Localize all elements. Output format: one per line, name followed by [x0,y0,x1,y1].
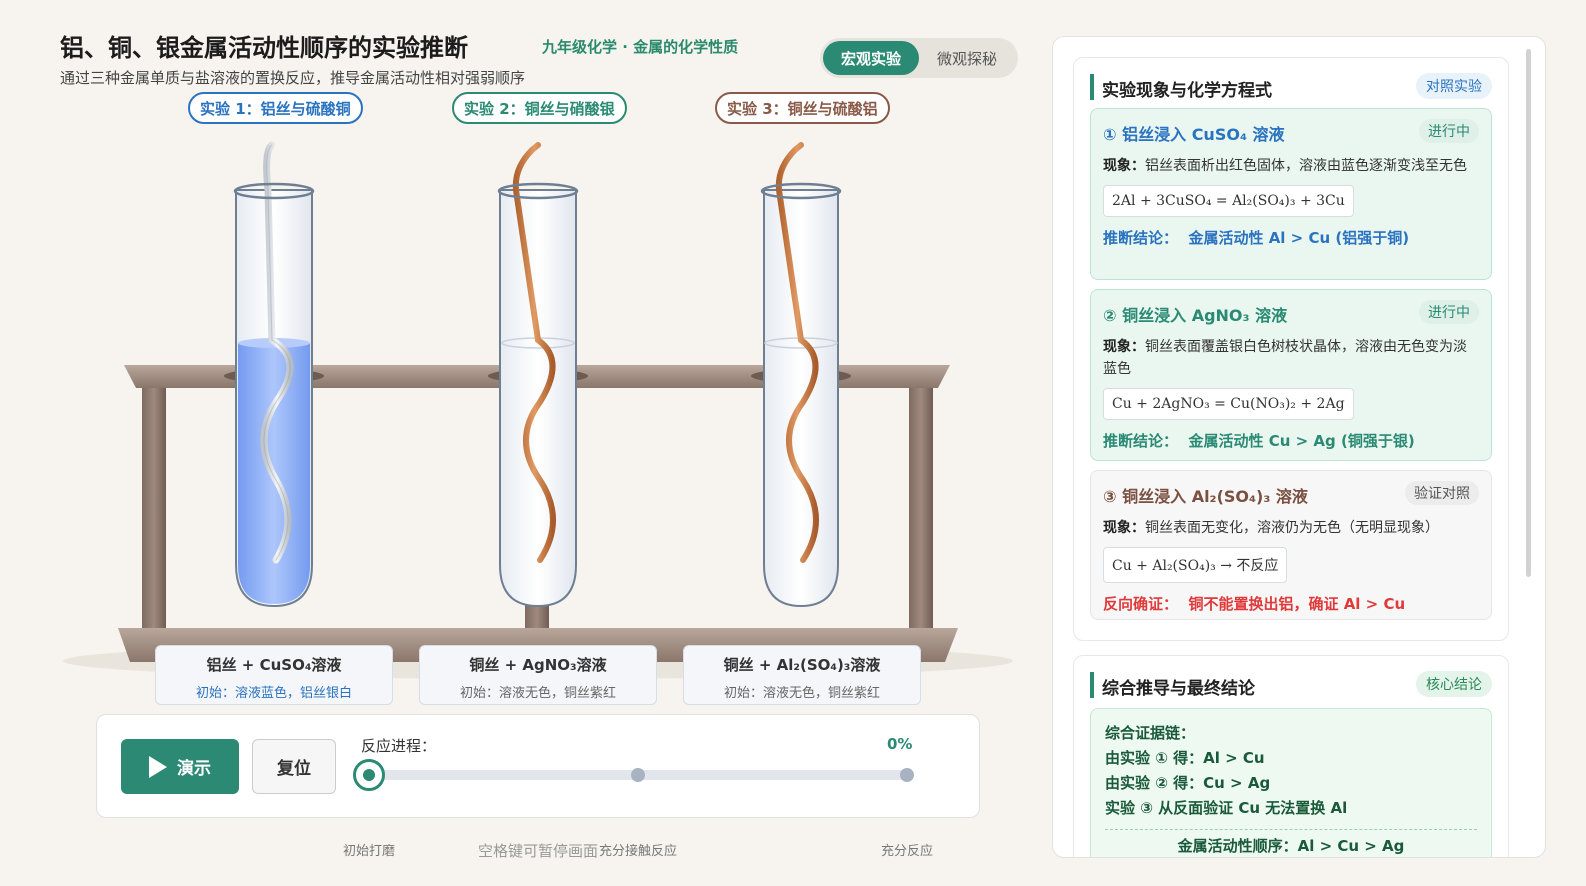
progress-label: 反应进程： [361,737,437,755]
keyboard-hint: 空格键可暂停画面 [477,842,598,860]
result-card-3-conclusion: 铜不能置换出铝，确证 Al > Cu [1188,595,1406,613]
reset-button[interactable]: 复位 [252,739,336,794]
progress-slider[interactable]: 初始打磨 充分接触反应 充分反应 [343,759,933,859]
phenomenon-label: 现象： [1103,158,1145,174]
play-icon [149,755,167,778]
rack-leg-right [909,386,933,636]
test-tube-2[interactable] [497,142,579,608]
summary-box: 综合证据链： 由实验 ① 得：Al > Cu 由实验 ② 得：Cu > Ag 实… [1090,708,1492,857]
result-card-2-conclusion: 金属活动性 Cu > Ag (铜强于银) [1188,432,1415,450]
result-card-1-equation: 2Al + 3CuSO₄ = Al₂(SO₄)₃ + 3Cu [1103,185,1354,217]
summary-line: 实验 ③ 从反面验证 Cu 无法置换 Al [1105,799,1348,817]
panel-scrollbar[interactable] [1526,49,1531,577]
tube-3-initial-state: 初始：溶液无色，铜丝紫红 [723,686,880,701]
result-card-1-status: 进行中 [1419,119,1479,143]
tube-1-card: 铝丝 + CuSO₄溶液 初始：溶液蓝色，铝丝银白 [155,645,393,705]
section-accent-bar [1090,672,1094,698]
summary-line: 综合证据链： [1105,724,1196,742]
conclusion-label: 推断结论： [1103,229,1179,247]
play-label: 演示 [177,759,211,779]
tube-1-initial-state: 初始：溶液蓝色，铝丝银白 [195,686,352,701]
conclusion-label: 推断结论： [1103,432,1179,450]
progress-thumb[interactable] [353,759,385,791]
section-phenomena-badge: 对照实验 [1416,73,1492,99]
test-tube-1[interactable] [233,141,315,608]
summary-line: 由实验 ① 得：Al > Cu [1105,749,1265,767]
result-card-3-equation: Cu + Al₂(SO₄)₃ → 不反应 [1103,547,1288,583]
analysis-panel: 实验现象与化学方程式 对照实验 ① 铝丝浸入 CuSO₄ 溶液 进行中 现象：铝… [1052,36,1546,858]
progress-stop-dot-3[interactable] [900,768,914,782]
result-card-3-phenomenon: 铜丝表面无变化，溶液仍为无色（无明显现象） [1145,520,1439,536]
progress-stop-dot-2[interactable] [631,768,645,782]
phenomenon-label: 现象： [1103,520,1145,536]
phenomenon-label: 现象： [1103,339,1145,355]
section-accent-bar [1090,74,1094,100]
tube-1-reactants: 铝丝 + CuSO₄溶液 [206,656,342,674]
test-tube-3[interactable] [760,142,842,608]
result-card-3: ③ 铜丝浸入 Al₂(SO₄)₃ 溶液 验证对照 现象：铜丝表面无变化，溶液仍为… [1090,470,1492,620]
conclusion-label: 反向确证： [1103,595,1179,613]
final-conclusion: 金属活动性顺序：Al > Cu > Ag [1105,829,1477,857]
rack-leg-left [142,386,166,636]
result-card-1: ① 铝丝浸入 CuSO₄ 溶液 进行中 现象：铝丝表面析出红色固体，溶液由蓝色逐… [1090,108,1492,280]
tube-3-reactants: 铜丝 + Al₂(SO₄)₃溶液 [723,656,881,674]
tube-2-reactants: 铜丝 + AgNO₃溶液 [469,656,607,674]
section-summary: 综合推导与最终结论 核心结论 综合证据链： 由实验 ① 得：Al > Cu 由实… [1073,655,1509,857]
experiment-1-label: 实验 1：铝丝与硫酸铜 [188,92,363,124]
result-card-2-status: 进行中 [1419,300,1479,324]
progress-value: 0% [887,735,913,753]
result-card-2-phenomenon: 铜丝表面覆盖银白色树枝状晶体，溶液由无色变为淡蓝色 [1103,339,1467,377]
section-summary-title: 综合推导与最终结论 [1102,679,1255,699]
section-phenomena-title: 实验现象与化学方程式 [1102,81,1272,101]
result-card-1-conclusion: 金属活动性 Al > Cu (铝强于铜) [1188,229,1410,247]
section-summary-badge: 核心结论 [1416,671,1492,697]
section-phenomena: 实验现象与化学方程式 对照实验 ① 铝丝浸入 CuSO₄ 溶液 进行中 现象：铝… [1073,57,1509,641]
experiment-pane: 铝、铜、银金属活动性顺序的实验推断 九年级化学 · 金属的化学性质 通过三种金属… [0,0,1050,886]
result-card-2-equation: Cu + 2AgNO₃ = Cu(NO₃)₂ + 2Ag [1103,388,1354,420]
tube-2-card: 铜丝 + AgNO₃溶液 初始：溶液无色，铜丝紫红 [419,645,657,705]
result-card-2: ② 铜丝浸入 AgNO₃ 溶液 进行中 现象：铜丝表面覆盖银白色树枝状晶体，溶液… [1090,289,1492,461]
summary-line: 由实验 ② 得：Cu > Ag [1105,774,1271,792]
result-card-3-status: 验证对照 [1405,481,1479,505]
experiment-3-label: 实验 3：铜丝与硫酸铝 [715,92,890,124]
control-panel: 演示 复位 反应进程： 0% 初始打磨 充分接触反应 充分反应 [96,714,980,859]
experiment-2-label: 实验 2：铜丝与硝酸银 [452,92,627,124]
tube-3-card: 铜丝 + Al₂(SO₄)₃溶液 初始：溶液无色，铜丝紫红 [683,645,921,705]
play-button[interactable]: 演示 [121,739,239,794]
tube-2-initial-state: 初始：溶液无色，铜丝紫红 [459,686,616,701]
result-card-1-phenomenon: 铝丝表面析出红色固体，溶液由蓝色逐渐变浅至无色 [1145,158,1467,174]
